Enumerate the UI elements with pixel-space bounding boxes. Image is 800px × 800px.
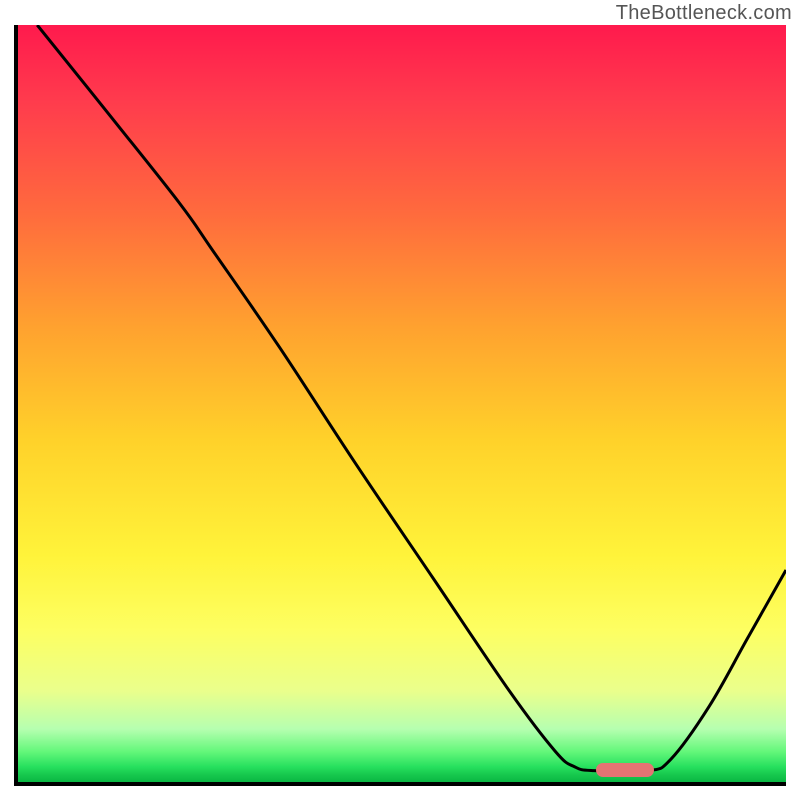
chart-area [14, 25, 786, 786]
watermark-text: TheBottleneck.com [616, 2, 792, 25]
background-heat-gradient [18, 25, 786, 782]
optimal-range-marker [596, 763, 654, 777]
